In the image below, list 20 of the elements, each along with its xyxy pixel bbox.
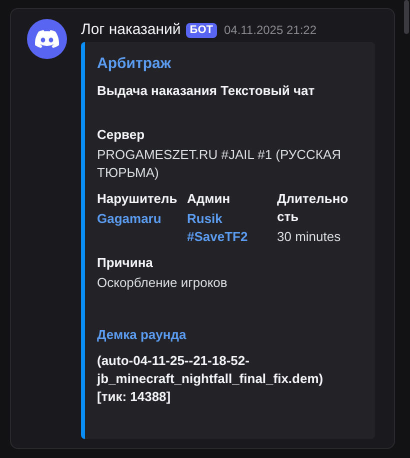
field-value: 30 minutes	[277, 228, 342, 246]
user-mention[interactable]: Gagamaru	[97, 210, 187, 228]
timestamp: 04.11.2025 21:22	[224, 22, 316, 39]
field-name: Нарушитель	[97, 190, 178, 208]
embed-title[interactable]: Арбитраж	[97, 54, 349, 74]
scrollbar-thumb[interactable]	[404, 0, 409, 34]
field-name: Сервер	[97, 126, 146, 144]
field-value: (auto-04-11-25--21-18-52-jb_minecraft_nightfall_final_fix.dem) [тик: 14388]	[97, 352, 324, 406]
field-name: Причина	[97, 254, 154, 272]
field-name: Админ	[187, 190, 232, 208]
author-name[interactable]: Лог наказаний	[81, 18, 181, 42]
field-value: PROGAMESZET.RU #JAIL #1 (РУССКАЯ ТЮРЬМА)	[97, 146, 342, 182]
field-name: Длительность	[277, 190, 350, 226]
bot-avatar[interactable]	[27, 19, 67, 59]
game-controller-icon	[35, 30, 59, 48]
user-mention[interactable]: Rusik #SaveTF2	[187, 210, 277, 246]
embed-description: Выдача наказания Текстовый чат	[97, 82, 316, 100]
bot-badge: БОТ	[186, 22, 217, 38]
field-link-title[interactable]: Демка раунда	[97, 326, 349, 344]
field-value: Оскорбление игроков	[97, 274, 228, 292]
